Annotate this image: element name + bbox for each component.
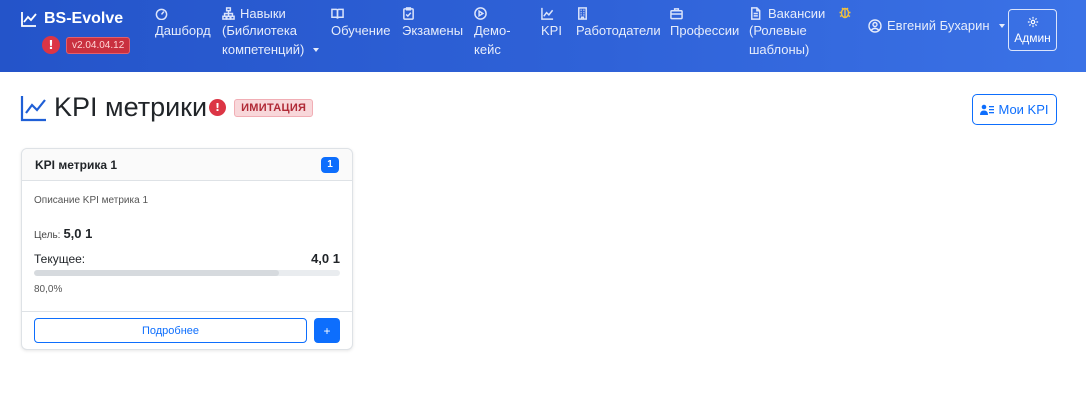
page-title-text: KPI метрики	[54, 92, 208, 122]
nav-label: Вакансии	[768, 5, 826, 21]
count-badge: 1	[321, 156, 339, 173]
my-kpi-label: Мои KPI	[998, 102, 1049, 117]
nav-label: Экзамены	[402, 23, 464, 38]
file-icon	[751, 6, 761, 20]
card-title: KPI метрика 1	[35, 157, 118, 172]
nav-skills[interactable]: Навыки (Библиотека компетенций)	[222, 5, 320, 59]
current-value: 4,0 1	[311, 251, 340, 266]
nav-demo-case[interactable]: Демо- кейс	[474, 5, 511, 59]
progress-percent: 80,0%	[34, 284, 63, 295]
nav-learning[interactable]: Обучение	[331, 5, 390, 40]
book-icon	[331, 8, 344, 19]
nav-label: Демо-	[474, 23, 511, 38]
gauge-icon	[155, 8, 168, 20]
version-badge: v2.04.04.12	[66, 36, 131, 54]
goal-value: 5,0 1	[63, 226, 93, 241]
brand-link[interactable]: BS-Evolve	[20, 10, 123, 28]
card-footer: Подробнее +	[22, 311, 352, 350]
details-button[interactable]: Подробнее	[34, 318, 307, 343]
nav-label: шаблоны)	[749, 42, 810, 57]
nav-label: (Библиотека	[222, 23, 298, 38]
nav-dashboard[interactable]: Дашборд	[155, 5, 211, 40]
clipboard-check-icon	[403, 6, 414, 20]
nav-label: Обучение	[331, 23, 391, 38]
chart-line-icon	[541, 7, 554, 20]
nav-label: компетенций)	[222, 42, 305, 57]
nav-vacancies[interactable]: Вакансии (Ролевые шаблоны)	[749, 5, 825, 59]
add-button[interactable]: +	[314, 318, 340, 343]
my-kpi-button[interactable]: Мои KPI	[972, 94, 1057, 125]
admin-label: Админ	[1014, 30, 1051, 45]
nav-exams[interactable]: Экзамены	[402, 5, 463, 40]
progress-bar	[34, 270, 340, 276]
nav-kpi[interactable]: KPI	[541, 5, 562, 40]
goal-label: Цель:	[34, 230, 61, 241]
chart-line-icon	[21, 12, 37, 27]
progress-fill	[34, 270, 279, 276]
current-label: Текущее:	[34, 252, 86, 266]
nav-label: Работодатели	[576, 23, 661, 38]
bug-icon[interactable]	[838, 5, 852, 19]
nav-label: Дашборд	[155, 23, 211, 38]
nav-label: Навыки	[240, 5, 286, 21]
nav-label: Профессии	[670, 23, 740, 38]
briefcase-icon	[670, 7, 683, 19]
kpi-description: Описание KPI метрика 1	[34, 195, 149, 206]
page-title: KPI метрики ! ИМИТАЦИЯ	[20, 92, 314, 123]
nav-professions[interactable]: Профессии	[670, 5, 739, 40]
chevron-down-icon	[313, 47, 320, 52]
kpi-card: KPI метрика 1 1 Описание KPI метрика 1 Ц…	[21, 148, 353, 350]
nav-label: кейс	[474, 42, 501, 57]
admin-button[interactable]: Админ	[1008, 9, 1057, 51]
building-icon	[578, 6, 587, 20]
imitation-badge: ИМИТАЦИЯ	[234, 98, 314, 117]
kpi-goal: Цель: 5,0 1	[34, 226, 92, 241]
user-list-icon	[980, 104, 995, 115]
user-name: Евгений Бухарин	[887, 18, 990, 33]
brand-name: BS-Evolve	[44, 10, 124, 27]
chart-line-icon	[20, 95, 46, 121]
user-circle-icon	[868, 18, 882, 33]
top-navbar: BS-Evolve ! v2.04.04.12 Дашборд Навыки (…	[0, 0, 1086, 72]
gear-icon	[1027, 16, 1038, 27]
card-header: KPI метрика 1 1	[22, 149, 352, 181]
chevron-down-icon	[998, 23, 1005, 28]
nav-label: KPI	[541, 23, 562, 38]
alert-icon: !	[209, 99, 227, 116]
nav-employers[interactable]: Работодатели	[576, 5, 661, 40]
nav-label: (Ролевые	[749, 23, 807, 38]
sitemap-icon	[222, 6, 235, 20]
user-menu[interactable]: Евгений Бухарин	[868, 18, 1005, 33]
alert-icon: !	[42, 36, 60, 54]
card-body: Описание KPI метрика 1 Цель: 5,0 1 Текущ…	[22, 181, 352, 311]
play-circle-icon	[474, 6, 487, 20]
